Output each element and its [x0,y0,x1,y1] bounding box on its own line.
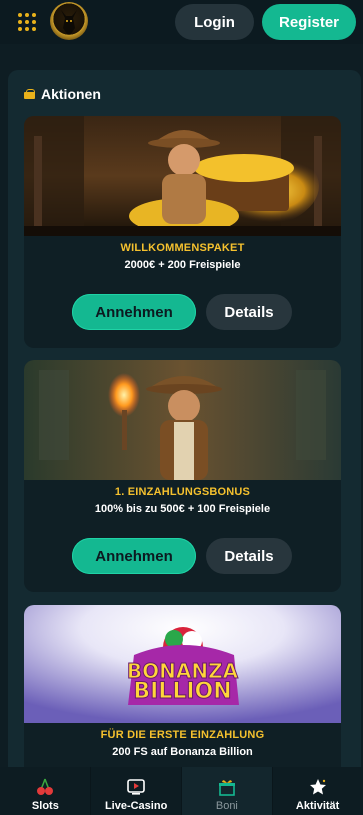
promo-card-welcome: WILLKOMMENSPAKET 2000€ + 200 Freispiele … [24,116,341,348]
gift-icon [218,780,235,796]
nav-label: Slots [31,800,59,812]
nav-item-slots[interactable]: Slots [0,767,91,815]
promo-subtitle: 200 FS auf Bonanza Billion [112,746,253,758]
nav-divider [181,767,182,815]
promo-banner-image [24,116,341,236]
bottom-navigation: Slots Live-Casino Boni Aktivität [0,767,363,815]
nav-item-boni[interactable]: Boni [181,767,273,815]
nav-divider [90,767,91,815]
gift-icon [24,89,35,99]
bonanza-logo-line1: BONANZA [126,659,239,683]
brand-logo[interactable] [50,2,88,40]
register-button[interactable]: Register [262,4,356,40]
nav-label: Aktivität [295,800,340,812]
promo-banner-image: BONANZA BILLION [24,605,341,723]
bonanza-logo-line2: BILLION [133,679,232,704]
tv-icon [127,779,145,795]
nav-label: Boni [215,800,238,812]
login-button[interactable]: Login [175,4,254,40]
promo-title: FÜR DIE ERSTE EINZAHLUNG [100,729,265,741]
star-icon [309,779,326,795]
promo-card-bonanza: BONANZA BILLION FÜR DIE ERSTE EINZAHLUNG… [24,605,341,785]
section-header: Aktionen [24,85,101,103]
promo-title: 1. EINZAHLUNGSBONUS [114,486,251,498]
section-title: Aktionen [41,86,101,102]
details-button[interactable]: Details [206,294,292,330]
top-header: Login Register [0,0,363,44]
accept-button[interactable]: Annehmen [72,294,196,330]
details-button[interactable]: Details [206,538,292,574]
menu-grid-icon[interactable] [18,13,36,31]
nav-divider [272,767,273,815]
cherry-icon [37,778,54,795]
promo-subtitle: 2000€ + 200 Freispiele [124,259,241,271]
jackal-logo-icon [61,10,77,34]
promo-banner-image [24,360,341,480]
accept-button[interactable]: Annehmen [72,538,196,574]
promo-subtitle: 100% bis zu 500€ + 100 Freispiele [94,503,271,515]
nav-item-activity[interactable]: Aktivität [272,767,363,815]
nav-label: Live-Casino [104,800,168,812]
promo-title: WILLKOMMENSPAKET [120,242,245,254]
nav-item-live-casino[interactable]: Live-Casino [91,767,182,815]
promo-card-first-deposit: 1. EINZAHLUNGSBONUS 100% bis zu 500€ + 1… [24,360,341,592]
